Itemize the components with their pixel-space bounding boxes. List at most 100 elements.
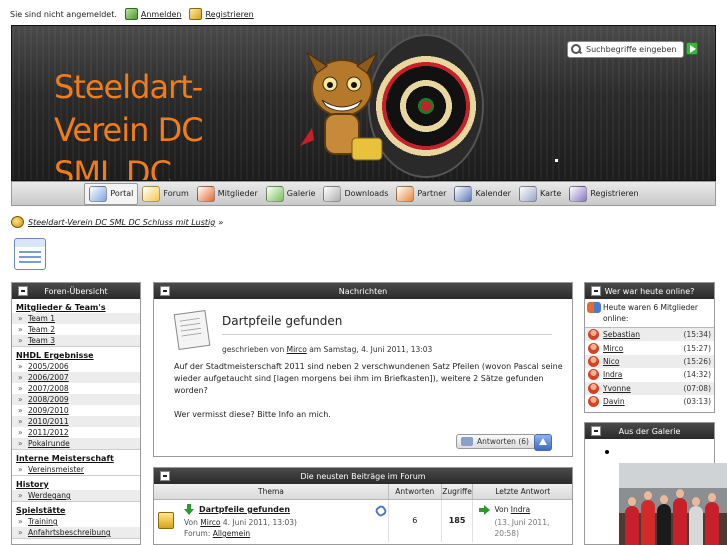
forum-board-link[interactable]: Team 2 bbox=[28, 325, 55, 334]
nav-item-label: Galerie bbox=[286, 189, 316, 198]
user-icon bbox=[588, 396, 599, 408]
online-today-title: Wer war heute online? bbox=[604, 286, 695, 296]
nav-item-karte[interactable]: Karte bbox=[515, 183, 565, 205]
nav-item-registrieren[interactable]: Registrieren bbox=[565, 183, 642, 205]
go-to-last-post-icon[interactable] bbox=[479, 505, 491, 515]
nav-item-downloads[interactable]: Downloads bbox=[319, 183, 392, 205]
online-user-link[interactable]: Nico bbox=[603, 357, 684, 366]
forum-board-link[interactable]: 2011/2012 bbox=[28, 428, 69, 437]
list-bullet: » bbox=[18, 336, 23, 345]
forum-category-link[interactable]: Mitglieder & Team's bbox=[12, 301, 140, 313]
forum-list-item: » 2009/2010 bbox=[12, 405, 140, 416]
forum-board-link[interactable]: 2007/2008 bbox=[28, 384, 69, 393]
forum-board-link[interactable]: Anfahrtsbeschreibung bbox=[28, 528, 111, 537]
list-bullet: » bbox=[18, 362, 23, 371]
nav-item-label: Partner bbox=[417, 189, 447, 198]
nav-item-label: Forum bbox=[163, 189, 189, 198]
partner-icon bbox=[396, 185, 415, 202]
site-title-line: Steeldart- bbox=[54, 68, 203, 106]
news-paragraph: Auf der Stadtmeisterschaft 2011 sind neb… bbox=[174, 362, 563, 395]
news-post-title: Dartpfeile gefunden bbox=[222, 314, 343, 328]
forum-board-link[interactable]: 2005/2006 bbox=[28, 362, 69, 371]
forum-board-link[interactable]: Vereinsmeister bbox=[28, 465, 84, 474]
forum-board-link[interactable]: Team 1 bbox=[28, 314, 55, 323]
attachment-icon bbox=[374, 504, 388, 518]
news-meta: geschrieben von Mirco am Samstag, 4. Jun… bbox=[222, 345, 432, 354]
reply-button[interactable]: Antworten (6) bbox=[456, 434, 536, 449]
latest-posts-header: Die neusten Beiträge im Forum bbox=[154, 468, 572, 484]
online-user-time: (15:27) bbox=[683, 343, 711, 353]
nav-item-forum[interactable]: Forum bbox=[138, 183, 192, 205]
topic-forum-link[interactable]: Allgemein bbox=[213, 529, 250, 538]
forum-category: NHDL Ergebnisse» 2005/2006» 2006/2007» 2007… bbox=[12, 349, 140, 450]
online-user-row: Davin (03:13) bbox=[585, 395, 714, 408]
scroll-to-top-button[interactable] bbox=[534, 434, 552, 451]
forum-category-link[interactable]: Interne Meisterschaft bbox=[12, 452, 140, 464]
forum-board-link[interactable]: 2008/2009 bbox=[28, 395, 69, 404]
nav-item-galerie[interactable]: Galerie bbox=[262, 183, 320, 205]
nav-item-partner[interactable]: Partner bbox=[392, 183, 450, 205]
collapse-icon[interactable] bbox=[160, 286, 170, 296]
gallery-header: Aus der Galerie bbox=[585, 423, 714, 439]
online-user-link[interactable]: Yvonne bbox=[603, 384, 684, 393]
downloads-icon bbox=[323, 185, 342, 202]
register-link[interactable]: Registrieren bbox=[205, 10, 253, 19]
site-title-line: SML DC bbox=[54, 154, 172, 181]
forum-category-link[interactable]: History bbox=[12, 478, 140, 490]
column-header-answers: Antworten bbox=[389, 484, 442, 499]
forum-board-link[interactable]: Team 3 bbox=[28, 336, 55, 345]
nav-item-mitglieder[interactable]: Mitglieder bbox=[193, 183, 262, 205]
online-user-link[interactable]: Indra bbox=[603, 370, 684, 379]
search-input[interactable]: Suchbegriffe eingeben bbox=[567, 41, 684, 58]
map-icon bbox=[518, 185, 537, 202]
forum-list-item: » Pokalrunde bbox=[12, 438, 140, 449]
forum-category-link[interactable]: NHDL Ergebnisse bbox=[12, 349, 140, 361]
collapse-icon[interactable] bbox=[160, 471, 170, 481]
list-bullet: » bbox=[18, 491, 23, 500]
search-submit-button[interactable] bbox=[686, 42, 698, 55]
collapse-icon[interactable] bbox=[591, 426, 601, 436]
collapse-icon[interactable] bbox=[591, 286, 601, 296]
portal-page-icon bbox=[14, 238, 46, 270]
forum-category: Mitglieder & Team's» Team 1» Team 2» Team 3 bbox=[12, 301, 140, 347]
news-header: Nachrichten bbox=[154, 283, 572, 299]
last-author-link[interactable]: Indra bbox=[511, 505, 530, 514]
online-user-link[interactable]: Sebastian bbox=[603, 330, 684, 339]
login-link[interactable]: Anmelden bbox=[141, 10, 182, 19]
views-cell: 185 bbox=[442, 500, 474, 542]
gallery-photo[interactable] bbox=[619, 463, 727, 545]
latest-posts-title: Die neusten Beiträge im Forum bbox=[300, 471, 426, 481]
topic-author-link[interactable]: Mirco bbox=[200, 518, 220, 527]
forum-board-link[interactable]: 2009/2010 bbox=[28, 406, 69, 415]
breadcrumb-home-link[interactable]: Steeldart-Verein DC SML DC Schluss mit L… bbox=[28, 218, 215, 227]
news-meta-date: am Samstag, 4. Juni 2011, 13:03 bbox=[309, 345, 433, 354]
forum-board-link[interactable]: 2010/2011 bbox=[28, 417, 69, 426]
register-icon bbox=[569, 185, 588, 202]
news-panel: Nachrichten Dartpfeile gefunden geschrie… bbox=[153, 282, 573, 457]
forum-board-link[interactable]: Pokalrunde bbox=[28, 439, 70, 448]
online-user-link[interactable]: Mirco bbox=[603, 344, 684, 353]
forum-board-link[interactable]: Werdegang bbox=[28, 491, 71, 500]
user-icon bbox=[588, 355, 599, 367]
home-icon bbox=[11, 216, 24, 228]
topic-title-link[interactable]: Dartpfeile gefunden bbox=[199, 505, 290, 514]
photo-person bbox=[689, 497, 703, 545]
online-user-time: (15:34) bbox=[683, 330, 711, 340]
news-author-link[interactable]: Mirco bbox=[287, 345, 307, 354]
photo-person bbox=[657, 495, 671, 545]
forum-list-item: » Werdegang bbox=[12, 490, 140, 501]
forum-category-link[interactable]: Spielstätte bbox=[12, 504, 140, 516]
nav-item-kalender[interactable]: Kalender bbox=[450, 183, 515, 205]
members-group-icon bbox=[587, 302, 601, 313]
nav-item-label: Downloads bbox=[344, 189, 389, 198]
collapse-icon[interactable] bbox=[18, 286, 28, 296]
online-user-time: (07:08) bbox=[683, 383, 711, 393]
answers-cell: 6 bbox=[389, 500, 442, 542]
news-paragraph: Wer vermisst diese? Bitte Info an mich. bbox=[174, 410, 331, 419]
forum-board-link[interactable]: 2006/2007 bbox=[28, 373, 69, 382]
reply-label: Antworten (6) bbox=[477, 437, 529, 446]
nav-item-portal[interactable]: Portal bbox=[84, 182, 139, 205]
forum-board-link[interactable]: Training bbox=[28, 517, 58, 526]
login-icon bbox=[124, 8, 138, 20]
online-user-link[interactable]: Davin bbox=[603, 397, 684, 406]
